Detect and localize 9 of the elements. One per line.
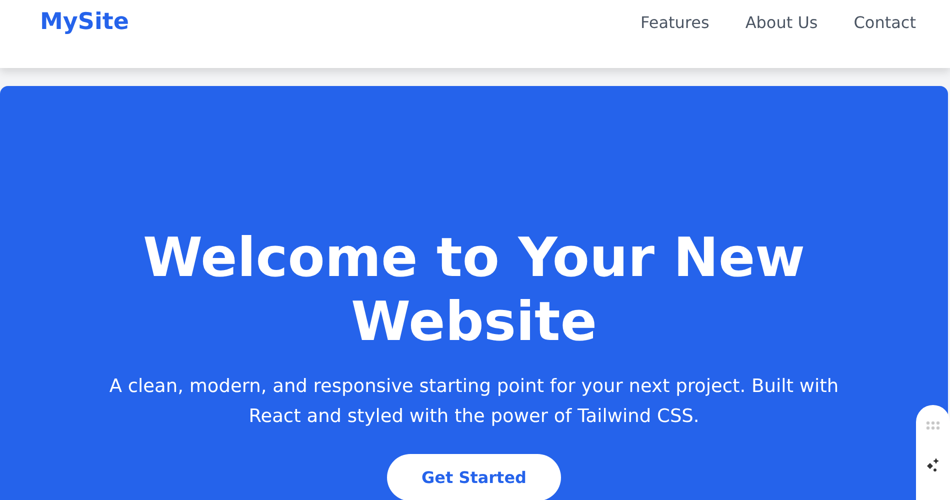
hero-title: Welcome to Your New Website <box>142 226 806 354</box>
grip-icon[interactable] <box>926 421 940 431</box>
sparkle-icon[interactable] <box>925 457 941 473</box>
site-logo[interactable]: MySite <box>40 9 129 35</box>
nav-link[interactable]: About Us <box>745 12 818 32</box>
hero-subtitle: A clean, modern, and responsive starting point for your next project. Built with React and styled with the power of Tailwind CSS. <box>108 375 840 429</box>
nav-link[interactable]: Features <box>640 12 710 32</box>
get-started-button[interactable]: Get Started <box>387 454 560 500</box>
nav-link[interactable]: Contact <box>854 12 916 32</box>
